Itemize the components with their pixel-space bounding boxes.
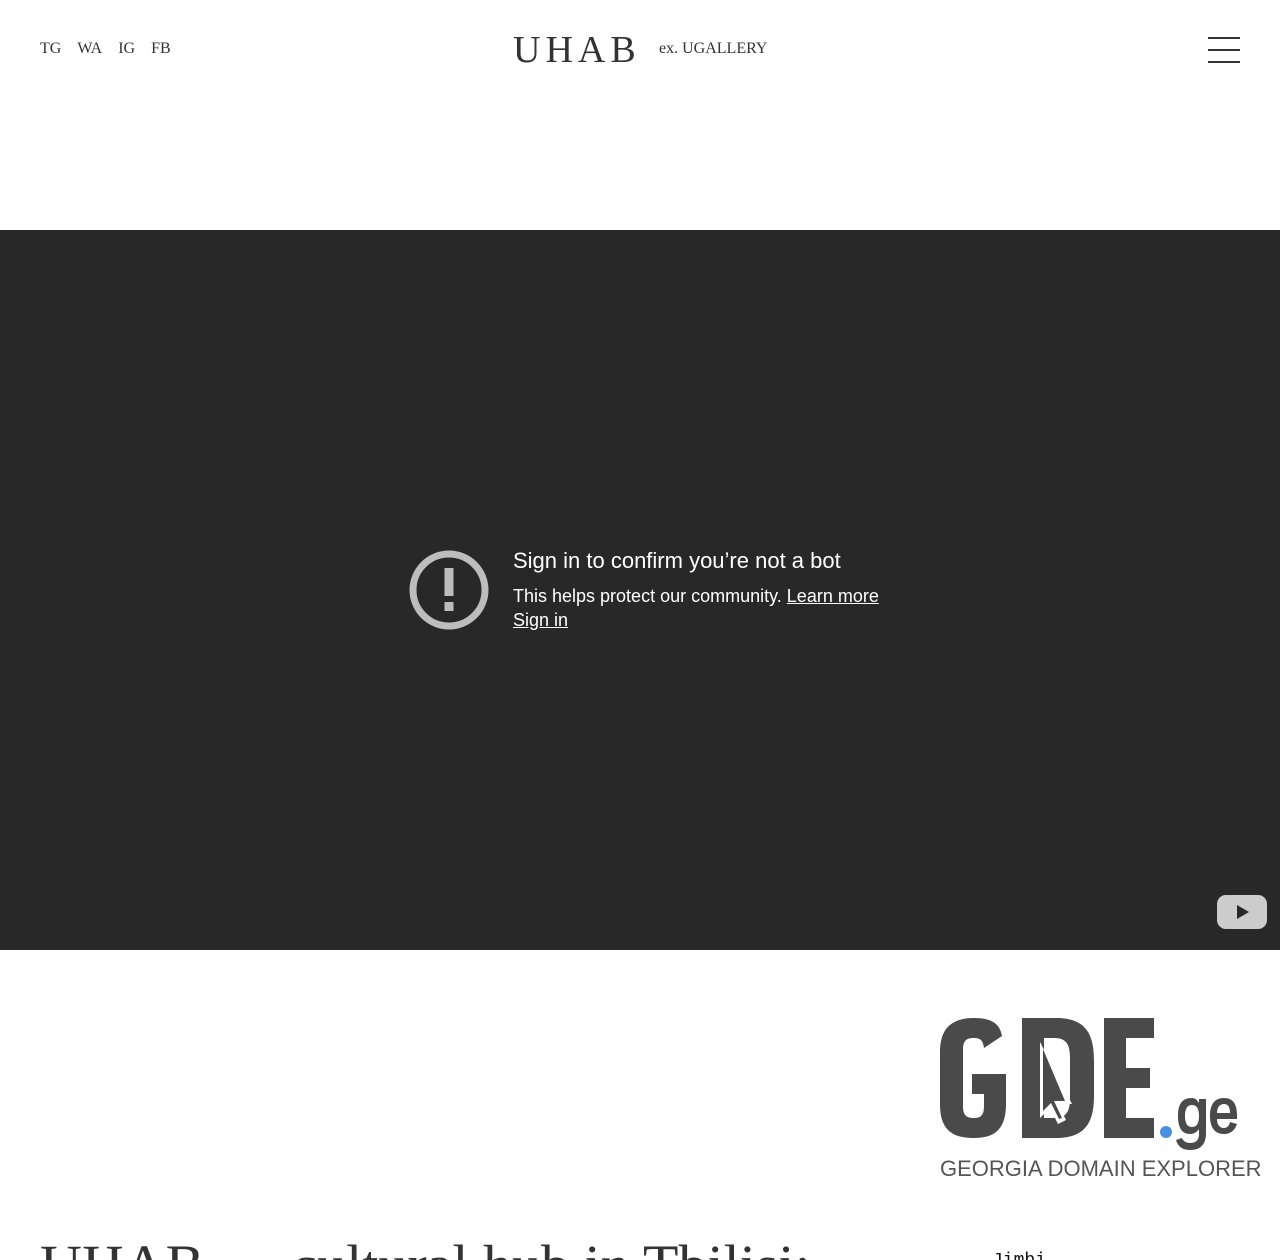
sign-in-link[interactable]: Sign in xyxy=(513,610,568,630)
social-link-wa[interactable]: WA xyxy=(77,39,102,59)
learn-more-link[interactable]: Learn more xyxy=(787,586,879,606)
social-links: TG WA IG FB xyxy=(40,39,171,59)
video-message-title: Sign in to confirm you’re not a bot xyxy=(513,548,841,573)
youtube-icon[interactable] xyxy=(1216,894,1268,930)
social-link-tg[interactable]: TG xyxy=(40,39,61,59)
alert-icon xyxy=(409,550,489,630)
video-message-description: This helps protect our community. Learn … xyxy=(513,584,879,632)
gde-tagline: GEORGIA DOMAIN EXPLORER xyxy=(940,1156,1262,1181)
site-logo[interactable]: UHAB xyxy=(513,28,641,72)
menu-icon-line xyxy=(1208,49,1240,51)
menu-icon[interactable] xyxy=(1208,37,1240,63)
menu-icon-line xyxy=(1208,61,1240,63)
video-embed[interactable]: Sign in to confirm you’re not a bot This… xyxy=(0,230,1280,950)
brand-subtitle: ex. UGALLERY xyxy=(659,40,768,57)
social-link-ig[interactable]: IG xyxy=(118,39,135,59)
page-headline: UHAB — cultural hub in Tbilisi: xyxy=(40,1232,811,1260)
menu-icon-line xyxy=(1208,37,1240,39)
video-message-text: This helps protect our community. xyxy=(513,586,782,606)
side-snippet: Jimbi xyxy=(992,1250,1046,1260)
video-message: Sign in to confirm you’re not a bot This… xyxy=(513,548,879,632)
social-link-fb[interactable]: FB xyxy=(151,39,171,59)
site-header: TG WA IG FB UHAB ex. UGALLERY xyxy=(0,0,1280,100)
